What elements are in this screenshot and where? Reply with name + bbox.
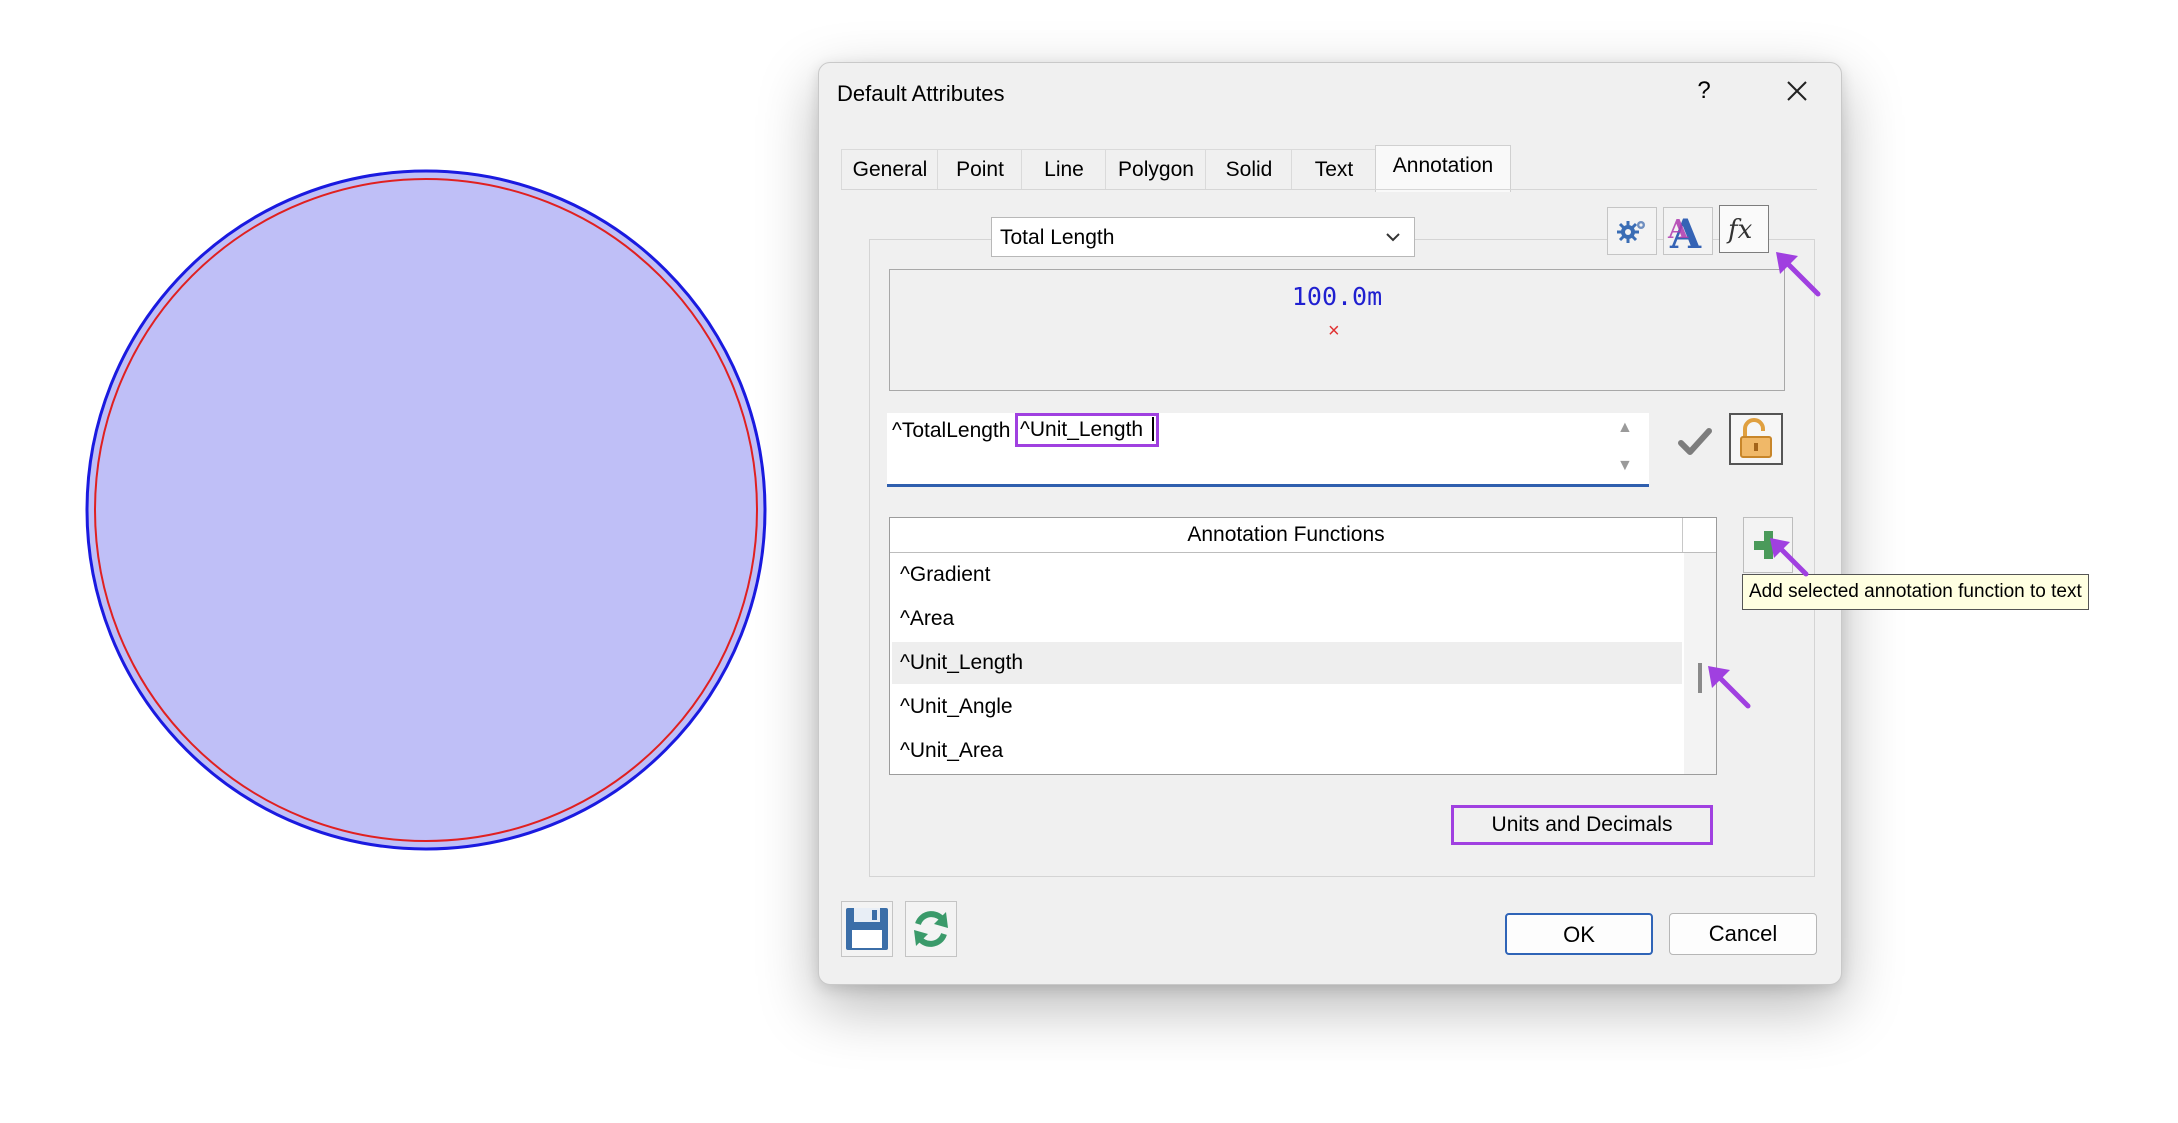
list-item-gradient[interactable]: ^Gradient (892, 554, 1682, 596)
tab-polygon[interactable]: Polygon (1105, 149, 1207, 190)
cancel-button[interactable]: Cancel (1669, 913, 1817, 955)
tab-general[interactable]: General (841, 149, 939, 190)
annotation-functions-list[interactable]: Annotation Functions ^Gradient ^Area ^Un… (889, 517, 1717, 775)
save-icon (846, 908, 888, 950)
scroll-up-icon[interactable]: ▲ (1617, 419, 1633, 437)
list-item-unit-area[interactable]: ^Unit_Area (892, 730, 1682, 772)
help-button[interactable]: ? (1689, 77, 1719, 105)
list-item-area[interactable]: ^Area (892, 598, 1682, 640)
annotation-text-input[interactable]: ^TotalLength ^Unit_Length ▲ ▼ (887, 413, 1649, 487)
default-attributes-dialog: Default Attributes ? General Point Line … (818, 62, 1842, 985)
apply-text-button[interactable] (1675, 421, 1715, 461)
close-icon (1787, 81, 1807, 101)
lock-button[interactable] (1729, 413, 1783, 465)
dialog-title: Default Attributes (837, 81, 1005, 106)
tab-point[interactable]: Point (937, 149, 1023, 190)
pointer-arrow-icon (1770, 538, 1809, 577)
preview-anchor-marker: × (1328, 320, 1340, 342)
function-icon: fx (1726, 215, 1753, 245)
tab-solid[interactable]: Solid (1205, 149, 1293, 190)
pointer-arrow-icon (1776, 252, 1821, 297)
ok-button[interactable]: OK (1505, 913, 1653, 955)
reset-defaults-button[interactable] (905, 901, 957, 957)
list-item-unit-length[interactable]: ^Unit_Length (892, 642, 1682, 684)
polygon-circle[interactable] (84, 168, 768, 852)
dropdown-value: Total Length (1000, 226, 1115, 249)
settings-button[interactable] (1607, 207, 1657, 255)
save-defaults-button[interactable] (841, 901, 893, 957)
refresh-icon (914, 911, 948, 947)
list-column-header[interactable]: Annotation Functions (890, 518, 1683, 553)
preview-value: 100.0m (1291, 282, 1383, 311)
annotation-type-dropdown[interactable]: Total Length (991, 217, 1415, 257)
font-style-icon: A A (1667, 211, 1702, 258)
tab-line[interactable]: Line (1021, 149, 1107, 190)
list-header-spacer (1682, 518, 1716, 553)
annotation-preview: 100.0m × (889, 269, 1785, 391)
annotation-text-prefix: ^TotalLength (892, 419, 1011, 442)
svg-text:fx: fx (1726, 215, 1753, 245)
gears-icon (1617, 221, 1645, 243)
annotation-text-inserted-function: ^Unit_Length (1015, 413, 1159, 447)
unlock-icon (1740, 418, 1772, 458)
checkmark-icon (1678, 428, 1712, 455)
tab-annotation[interactable]: Annotation (1375, 145, 1511, 192)
font-button[interactable]: A A (1663, 207, 1713, 258)
text-caret (1152, 417, 1154, 441)
function-button[interactable]: fx (1719, 205, 1769, 253)
svg-text:A: A (1667, 215, 1689, 245)
list-item-unit-angle[interactable]: ^Unit_Angle (892, 686, 1682, 728)
tab-text[interactable]: Text (1291, 149, 1377, 190)
units-and-decimals-button[interactable]: Units and Decimals (1451, 805, 1713, 845)
close-button[interactable] (1775, 69, 1819, 113)
chevron-down-icon (1386, 233, 1400, 242)
pointer-arrow-icon (1708, 666, 1751, 709)
scroll-down-icon[interactable]: ▼ (1617, 457, 1633, 475)
